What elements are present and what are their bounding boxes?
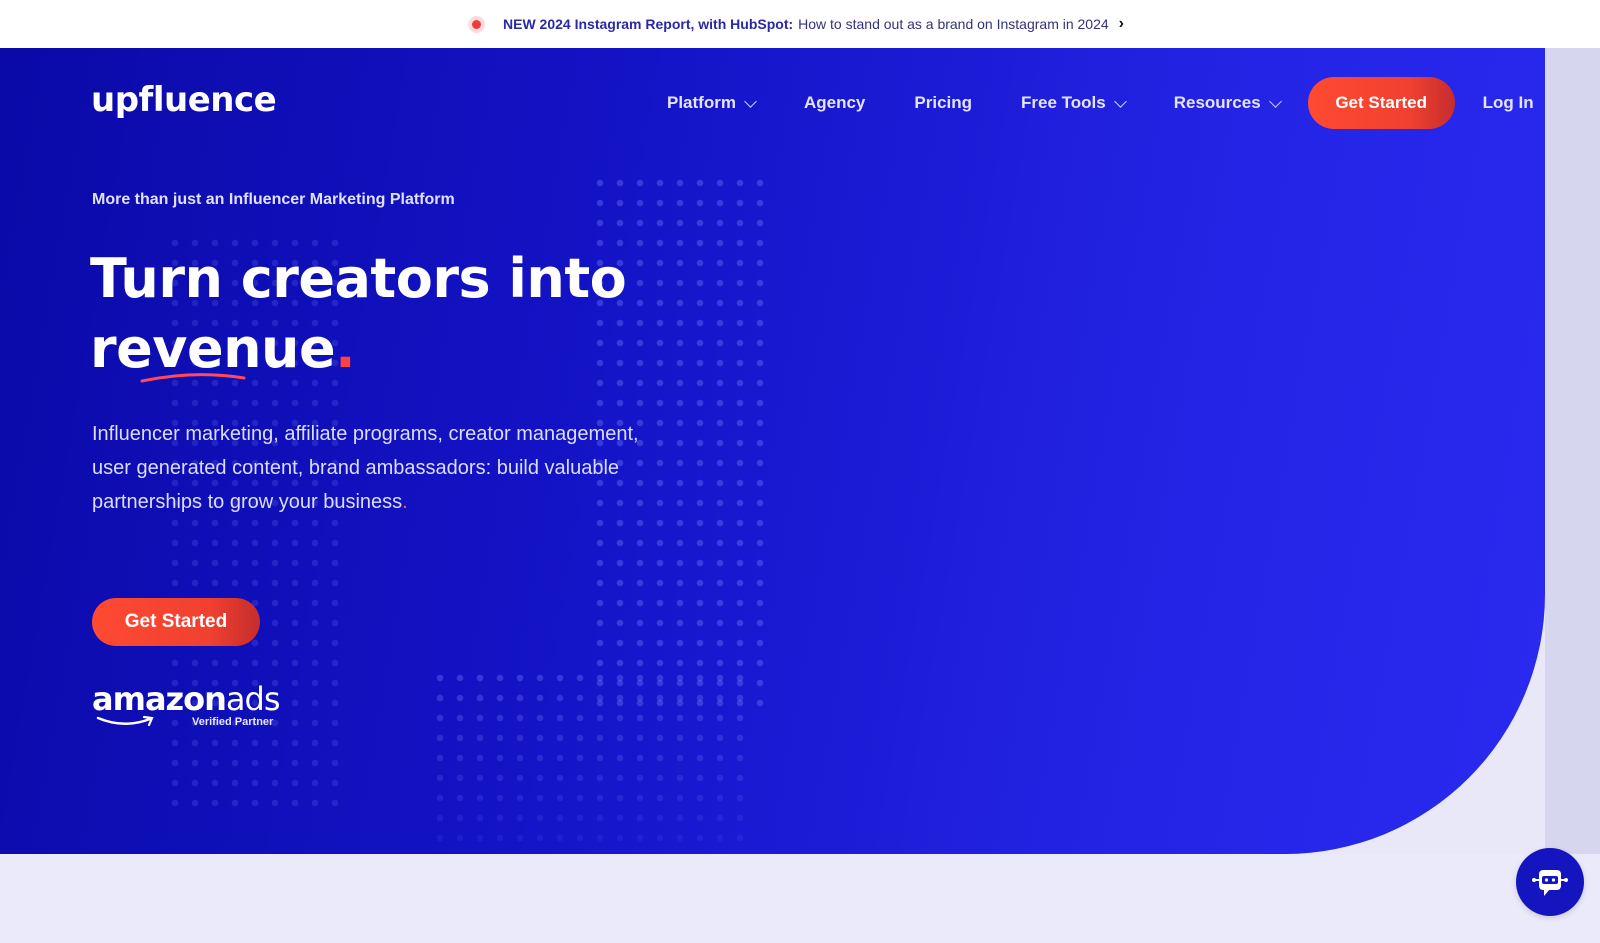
- login-link[interactable]: Log In: [1483, 93, 1534, 113]
- main-nav: Platform Agency Pricing Free Tools Resou…: [667, 77, 1534, 129]
- underline-swoosh-icon: [140, 373, 246, 383]
- nav-label: Free Tools: [1021, 93, 1106, 112]
- dot-pattern-bottom: [430, 668, 750, 854]
- chat-widget-button[interactable]: [1516, 848, 1584, 916]
- announcement-bar[interactable]: NEW 2024 Instagram Report, with HubSpot:…: [0, 0, 1600, 48]
- partner-brand: amazon: [92, 680, 227, 718]
- amazon-ads-partner-badge: amazonads Verified Partner: [92, 680, 281, 728]
- announcement-highlight[interactable]: NEW 2024 Instagram Report, with HubSpot:: [503, 16, 793, 32]
- logo-text: upfluence: [91, 80, 277, 120]
- description-text: Influencer marketing, affiliate programs…: [92, 423, 639, 513]
- nav-get-started-button[interactable]: Get Started: [1307, 77, 1455, 129]
- headline-highlight-word: revenue: [90, 317, 336, 380]
- chevron-down-icon: [744, 94, 757, 108]
- description-period: .: [402, 491, 408, 513]
- nav-label: Pricing: [914, 93, 973, 112]
- next-section-background: [0, 854, 1600, 943]
- nav-item-free-tools[interactable]: Free Tools: [1021, 93, 1127, 113]
- verified-partner-label: Verified Partner: [192, 716, 274, 728]
- hero-kicker: More than just an Influencer Marketing P…: [92, 191, 455, 208]
- hero-headline: Turn creators into revenue.: [90, 244, 627, 384]
- chatbot-icon: [1532, 870, 1568, 896]
- nav-item-resources[interactable]: Resources: [1173, 93, 1282, 113]
- headline-period: .: [335, 317, 356, 380]
- amazon-ads-logo: amazonads: [92, 680, 281, 718]
- nav-item-platform[interactable]: Platform: [667, 93, 757, 113]
- amazon-smile-icon: [96, 715, 154, 727]
- page-side-strip: [1545, 48, 1600, 943]
- announcement-text[interactable]: How to stand out as a brand on Instagram…: [798, 16, 1109, 32]
- nav-item-agency[interactable]: Agency: [804, 93, 865, 113]
- upfluence-logo[interactable]: upfluence: [91, 80, 277, 120]
- nav-label: Platform: [667, 93, 736, 112]
- hero-get-started-button[interactable]: Get Started: [92, 598, 260, 646]
- headline-line1: Turn creators into: [90, 247, 627, 310]
- chevron-down-icon: [1268, 94, 1282, 108]
- chevron-down-icon: [1113, 94, 1127, 108]
- live-dot-icon: [472, 19, 481, 29]
- nav-label: Agency: [803, 93, 866, 112]
- partner-product: ads: [225, 680, 281, 718]
- nav-label: Resources: [1173, 93, 1261, 112]
- chevron-right-icon[interactable]: ›: [1119, 15, 1124, 33]
- nav-item-pricing[interactable]: Pricing: [914, 93, 972, 113]
- hero-description: Influencer marketing, affiliate programs…: [92, 417, 652, 519]
